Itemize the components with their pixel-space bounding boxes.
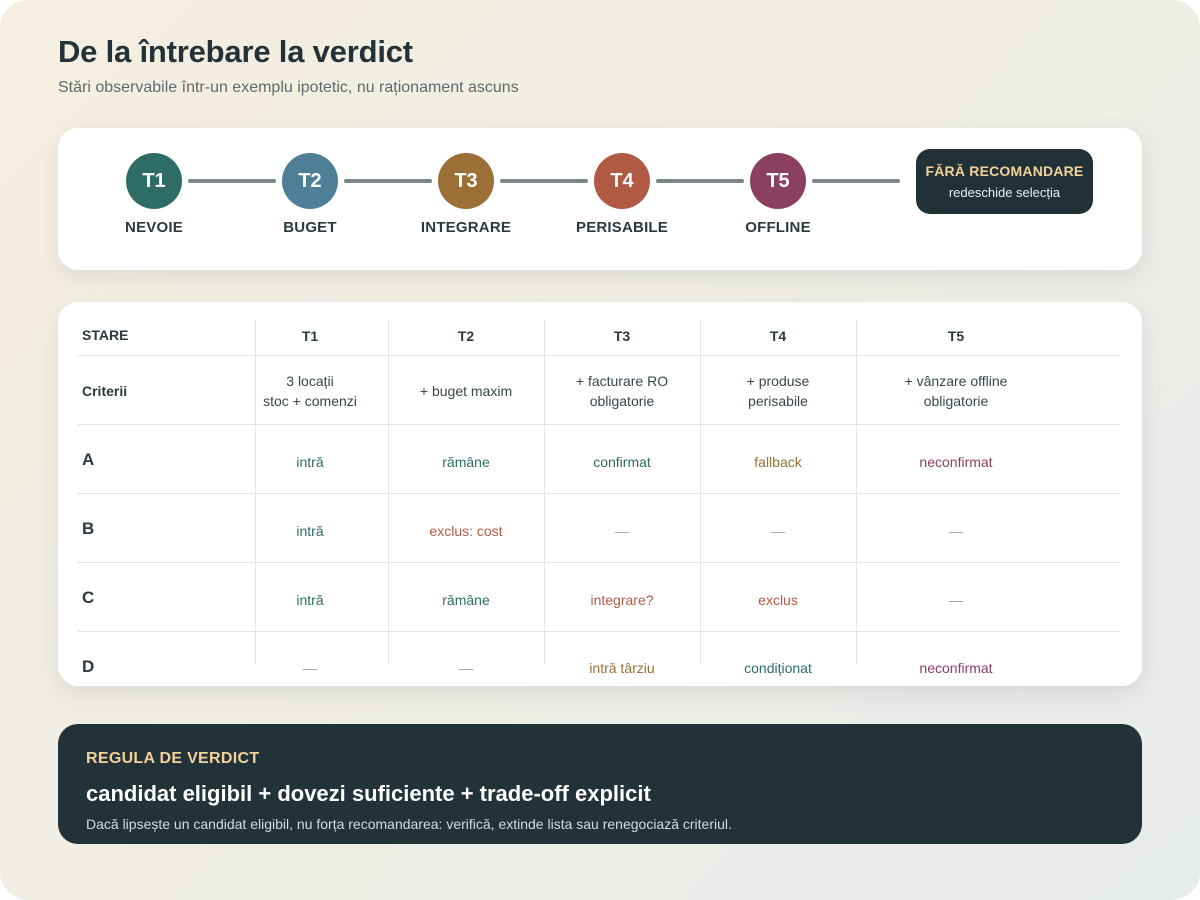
- table-column-divider: [856, 320, 857, 664]
- criteria-line: obligatorie: [589, 393, 655, 409]
- row-label-d: D: [82, 657, 95, 676]
- status-cell: intră: [296, 523, 324, 539]
- criteria-cell-t5: + vânzare offline obligatorie: [881, 357, 1031, 425]
- table-column-divider: [388, 320, 389, 664]
- criteria-line: 3 locații: [286, 373, 334, 389]
- status-cell: integrare?: [590, 592, 654, 608]
- status-cell: rămâne: [442, 454, 490, 470]
- criteria-line: stoc + comenzi: [263, 393, 357, 409]
- table-row-divider: [78, 562, 1120, 563]
- verdict-kicker: REGULA DE VERDICT: [86, 750, 260, 767]
- status-cell: condiționat: [744, 660, 812, 676]
- status-cell: —: [303, 660, 317, 676]
- table-row-divider: [78, 355, 1120, 356]
- criteria-cell-t3: + facturare RO obligatorie: [547, 357, 697, 425]
- status-cell: intră târziu: [589, 660, 655, 676]
- criteria-row-label: Criterii: [82, 383, 128, 399]
- criteria-line: + produse: [746, 373, 810, 389]
- status-cell: —: [949, 592, 963, 608]
- status-cell: neconfirmat: [919, 660, 993, 676]
- state-table: STARE T1 T2 T3 T4 T5 Criterii 3 locații stoc + c…: [0, 0, 1200, 686]
- status-cell: —: [771, 523, 785, 539]
- column-header-t5: T5: [947, 328, 965, 344]
- status-cell: exclus: cost: [429, 523, 503, 539]
- criteria-cell-t2: + buget maxim: [391, 357, 541, 425]
- status-cell: rămâne: [442, 592, 490, 608]
- table-column-divider: [700, 320, 701, 664]
- row-label-a: A: [82, 450, 95, 469]
- criteria-line: perisabile: [748, 393, 808, 409]
- column-header-t4: T4: [769, 328, 787, 344]
- table-column-divider: [544, 320, 545, 664]
- verdict-note: Dacă lipsește un candidat eligibil, nu f…: [86, 816, 732, 832]
- verdict-panel: REGULA DE VERDICT candidat eligibil + do…: [58, 724, 1142, 844]
- row-label-c: C: [82, 588, 95, 607]
- status-cell: —: [459, 660, 473, 676]
- status-cell: —: [615, 523, 629, 539]
- table-row-divider: [78, 493, 1120, 494]
- status-cell: confirmat: [593, 454, 651, 470]
- criteria-line: + facturare RO: [575, 373, 669, 389]
- column-header-t1: T1: [301, 328, 319, 344]
- row-label-b: B: [82, 519, 95, 538]
- table-row-divider: [78, 631, 1120, 632]
- criteria-cell-t4: + produse perisabile: [703, 357, 853, 425]
- column-header-t2: T2: [457, 328, 475, 344]
- column-header-t3: T3: [613, 328, 631, 344]
- status-cell: intră: [296, 454, 324, 470]
- criteria-cell-t1: 3 locații stoc + comenzi: [235, 357, 385, 425]
- criteria-line: + vânzare offline: [904, 373, 1008, 389]
- verdict-rule: candidat eligibil + dovezi suficiente + …: [86, 781, 651, 806]
- status-cell: intră: [296, 592, 324, 608]
- status-cell: exclus: [758, 592, 798, 608]
- status-cell: —: [949, 523, 963, 539]
- page-background: De la întrebare la verdict Stări observa…: [0, 0, 1200, 900]
- table-corner-header: STARE: [82, 327, 129, 343]
- criteria-line: + buget maxim: [419, 383, 513, 399]
- criteria-line: obligatorie: [923, 393, 989, 409]
- status-cell: fallback: [754, 454, 802, 470]
- status-cell: neconfirmat: [919, 454, 993, 470]
